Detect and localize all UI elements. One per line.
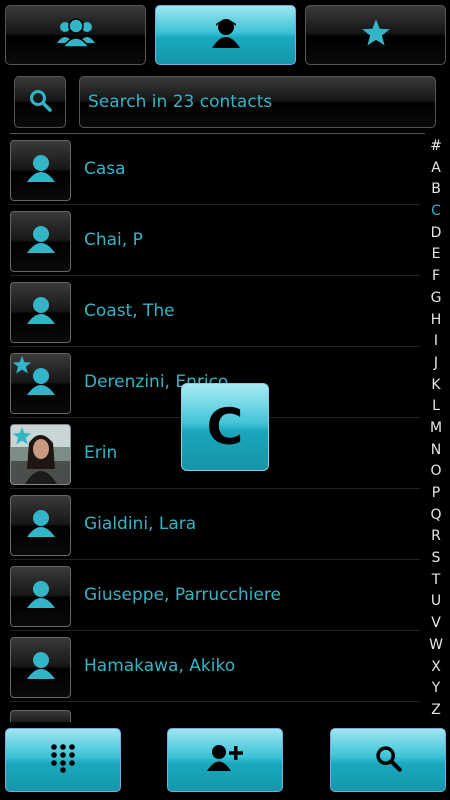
search-row	[0, 72, 450, 132]
search-input[interactable]	[86, 91, 420, 113]
person-icon	[26, 651, 56, 685]
contact-photo	[10, 424, 71, 485]
index-letter[interactable]: #	[430, 138, 442, 154]
index-letter[interactable]: J	[434, 355, 438, 371]
index-letter[interactable]: O	[430, 463, 441, 479]
dialpad-icon	[50, 743, 76, 777]
contact-name: Giuseppe, Parrucchiere	[84, 585, 281, 605]
index-letter[interactable]: D	[431, 225, 442, 241]
search-icon	[374, 744, 402, 776]
search-field[interactable]	[79, 76, 436, 128]
contact-row[interactable]: Gialdini, Lara	[0, 489, 420, 560]
index-letter[interactable]: W	[429, 637, 443, 653]
contact-name: Casa	[84, 159, 126, 179]
favorite-star-icon	[12, 426, 32, 450]
avatar	[10, 211, 71, 272]
contact-row[interactable]: Coast, The	[0, 276, 420, 347]
index-letter[interactable]: T	[432, 572, 441, 588]
magnifier-icon	[28, 88, 52, 116]
tab-bar	[0, 0, 450, 70]
contact-name: Hamakawa, Akiko	[84, 656, 236, 676]
person-icon	[26, 296, 56, 330]
index-letter[interactable]: G	[431, 290, 442, 306]
tab-groups[interactable]	[5, 5, 146, 65]
alphabet-index[interactable]: # A B C D E F G H I J K L M N O P Q R S T U V W X Y Z	[424, 138, 448, 718]
contact-row[interactable]: Chai, P	[0, 205, 420, 276]
index-letter[interactable]: N	[431, 442, 441, 458]
avatar	[10, 140, 71, 201]
dialpad-button[interactable]	[5, 728, 121, 792]
person-icon	[26, 580, 56, 614]
contact-name: Gialdini, Lara	[84, 514, 197, 534]
index-letter[interactable]: E	[432, 246, 441, 262]
index-letter[interactable]: Q	[430, 507, 441, 523]
avatar	[10, 495, 71, 556]
index-letter[interactable]: I	[434, 333, 438, 349]
bottom-action-bar	[0, 722, 450, 800]
contact-row[interactable]: Casa	[0, 134, 420, 205]
avatar	[10, 282, 71, 343]
groups-icon	[56, 17, 96, 53]
person-icon	[26, 154, 56, 188]
fast-scroll-letter-popup: C	[181, 383, 269, 471]
index-letter[interactable]: U	[431, 593, 441, 609]
add-person-icon	[207, 744, 243, 776]
avatar	[10, 637, 71, 698]
index-letter[interactable]: S	[432, 550, 441, 566]
person-icon	[26, 509, 56, 543]
index-letter[interactable]: P	[432, 485, 440, 501]
avatar	[10, 353, 71, 414]
index-letter[interactable]: X	[431, 659, 441, 675]
index-letter[interactable]: K	[431, 377, 440, 393]
index-letter[interactable]: H	[431, 312, 442, 328]
contact-row[interactable]: Giuseppe, Parrucchiere	[0, 560, 420, 631]
index-letter[interactable]: L	[432, 398, 440, 414]
index-letter[interactable]: B	[431, 181, 441, 197]
index-letter[interactable]: V	[431, 615, 441, 631]
search-button[interactable]	[14, 76, 66, 128]
contact-name: Coast, The	[84, 301, 175, 321]
index-letter[interactable]: R	[431, 528, 441, 544]
index-letter[interactable]: Z	[431, 702, 441, 718]
contact-name: Chai, P	[84, 230, 143, 250]
search-action-button[interactable]	[330, 728, 446, 792]
favorite-star-icon	[12, 355, 32, 379]
index-letter[interactable]: F	[432, 268, 440, 284]
tab-favorites[interactable]	[305, 5, 446, 65]
index-letter[interactable]: M	[430, 420, 442, 436]
avatar	[10, 566, 71, 627]
contact-row[interactable]: Hamakawa, Akiko	[0, 631, 420, 702]
tab-contacts[interactable]	[155, 5, 296, 65]
star-icon	[361, 18, 391, 52]
index-letter[interactable]: A	[431, 160, 441, 176]
add-contact-button[interactable]	[167, 728, 283, 792]
person-icon	[211, 18, 240, 52]
person-icon	[26, 225, 56, 259]
index-letter[interactable]: C	[431, 203, 441, 219]
index-letter[interactable]: Y	[432, 680, 441, 696]
contact-name: Erin	[84, 443, 118, 463]
